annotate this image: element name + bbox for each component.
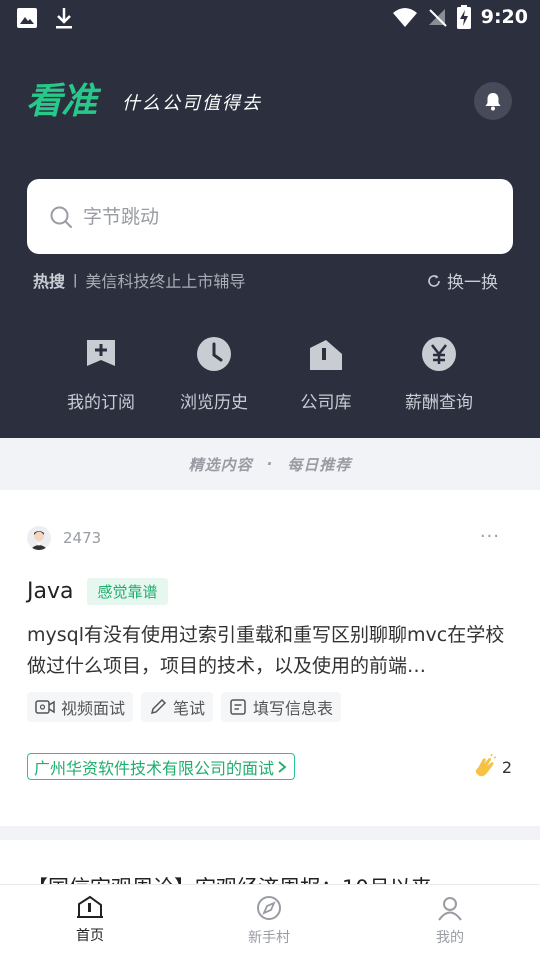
banner-left: 精选内容 — [188, 455, 253, 474]
quick-links: 我的订阅 浏览历史 公司库 薪酬查询 — [0, 336, 540, 416]
image-icon — [17, 8, 37, 28]
company-link-label: 广州华资软件技术有限公司的面试 — [34, 758, 275, 778]
post-title: Java — [27, 579, 74, 604]
tab-label: 新手村 — [248, 930, 290, 946]
building-icon — [310, 340, 342, 370]
avatar — [27, 526, 51, 550]
hot-search-separator: | — [73, 272, 78, 288]
post-description: mysql有没有使用过索引重载和重写区别聊聊mvc在学校做过什么项目，项目的技术… — [27, 624, 505, 677]
tab-label: 首页 — [76, 928, 104, 944]
hot-search-label: 热搜 — [33, 272, 66, 291]
post-chips: 视频面试 笔试 填写信息表 — [27, 692, 342, 722]
tab-label: 我的 — [436, 930, 464, 946]
chip-written-test: 笔试 — [141, 692, 214, 722]
quick-link-label: 公司库 — [300, 393, 352, 413]
recommend-banner: 精选内容 · 每日推荐 — [0, 438, 540, 490]
more-button[interactable]: ··· — [480, 526, 500, 547]
quick-link-history[interactable]: 浏览历史 — [159, 336, 269, 413]
header: 9:20 看准 什么公司值得去 热搜 | 美信科技终止上市辅导 换一换 — [0, 0, 540, 438]
quick-link-label: 薪酬查询 — [405, 393, 473, 413]
chip-video-interview: 视频面试 — [27, 692, 134, 722]
quick-link-label: 浏览历史 — [180, 393, 248, 413]
post-tag: 感觉靠谱 — [87, 578, 168, 605]
status-time: 9:20 — [480, 6, 528, 28]
clap-icon — [475, 754, 497, 777]
no-signal-icon — [428, 9, 447, 27]
clap-count: 2 — [501, 757, 512, 777]
search-icon — [50, 206, 72, 228]
yen-icon — [422, 337, 456, 371]
form-icon — [230, 699, 246, 715]
bell-icon — [485, 93, 501, 111]
chip-label: 填写信息表 — [253, 699, 334, 718]
quick-link-companies[interactable]: 公司库 — [271, 336, 381, 413]
quick-link-subscriptions[interactable]: 我的订阅 — [46, 336, 156, 413]
hot-search-text[interactable]: 美信科技终止上市辅导 — [85, 268, 245, 292]
battery-charging-icon — [456, 5, 471, 29]
post-author[interactable]: 2473 — [27, 526, 101, 550]
quick-link-label: 我的订阅 — [67, 393, 135, 413]
post-views: 2473 — [63, 529, 102, 547]
download-icon — [56, 8, 72, 29]
pencil-icon — [150, 698, 167, 715]
avatar-icon — [30, 531, 48, 550]
company-interview-link[interactable]: 广州华资软件技术有限公司的面试 — [27, 753, 296, 780]
bookmark-plus-icon — [87, 340, 115, 366]
chip-info-form: 填写信息表 — [221, 692, 342, 722]
quick-link-salary[interactable]: 薪酬查询 — [384, 336, 494, 413]
video-icon — [35, 700, 55, 714]
refresh-icon — [428, 274, 440, 287]
banner-right: 每日推荐 — [287, 455, 352, 474]
app-logo: 看准 — [26, 81, 97, 122]
app-slogan: 什么公司值得去 — [122, 93, 262, 114]
bottom-tab-bar: 首页 新手村 我的 — [0, 884, 540, 960]
post-card[interactable]: 2473 ··· Java 感觉靠谱 mysql有没有使用过索引重载和重写区别聊… — [0, 490, 540, 826]
chevron-right-icon — [278, 760, 287, 773]
search-input[interactable] — [83, 205, 483, 228]
user-icon — [438, 897, 462, 921]
notification-button[interactable] — [474, 82, 512, 120]
compass-icon — [257, 896, 281, 920]
tab-newbie[interactable]: 新手村 — [219, 895, 319, 947]
tab-home[interactable]: 首页 — [40, 895, 140, 945]
status-bar: 9:20 — [0, 0, 540, 36]
banner-dot: · — [266, 455, 274, 473]
hot-search[interactable]: 热搜 | 美信科技终止上市辅导 — [33, 268, 245, 292]
chip-label: 笔试 — [173, 699, 206, 718]
chip-label: 视频面试 — [61, 699, 126, 718]
tab-mine[interactable]: 我的 — [400, 895, 500, 947]
clock-icon — [197, 337, 231, 371]
home-icon — [77, 895, 103, 918]
clap-button[interactable]: 2 — [472, 754, 512, 780]
wifi-icon — [392, 8, 417, 27]
refresh-button[interactable]: 换一换 — [427, 268, 498, 293]
refresh-label: 换一换 — [447, 273, 498, 293]
search-box[interactable] — [27, 179, 513, 254]
